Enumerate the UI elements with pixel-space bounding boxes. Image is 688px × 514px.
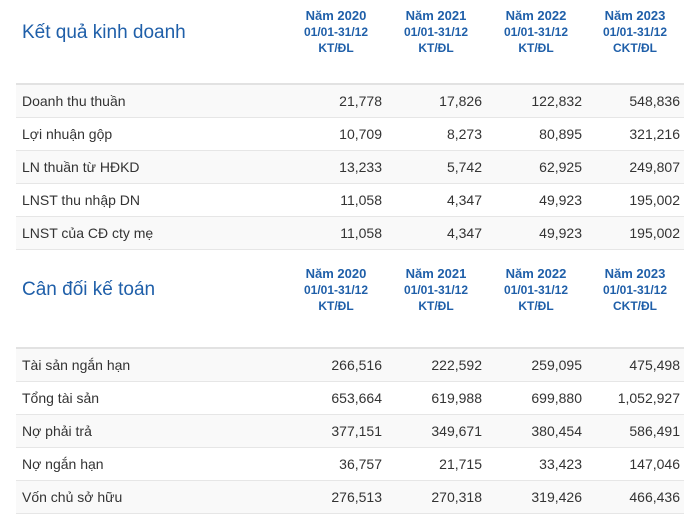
table-row: LN thuần từ HĐKD 13,233 5,742 62,925 249… [16,150,684,184]
cell-value: 8,273 [386,117,486,151]
row-label: Tổng tài sản [16,381,286,415]
table-row: Doanh thu thuần 21,778 17,826 122,832 54… [16,84,684,118]
column-header[interactable]: Năm 2022 01/01-31/12 KT/ĐL [486,250,586,349]
table-header: Cân đối kế toán Năm 2020 01/01-31/12 KT/… [16,250,684,349]
row-label: Doanh thu thuần [16,84,286,118]
cell-value: 586,491 [586,414,684,448]
column-year: Năm 2021 [405,8,467,23]
cell-value: 49,923 [486,216,586,250]
cell-value: 259,095 [486,348,586,382]
cell-value: 321,216 [586,117,684,151]
column-audit: KT/ĐL [518,41,554,55]
table-row: Tài sản ngắn hạn 266,516 222,592 259,095… [16,348,684,382]
row-label: Nợ phải trả [16,414,286,448]
cell-value: 21,778 [286,84,386,118]
table-row: Lợi nhuận gộp 10,709 8,273 80,895 321,21… [16,117,684,151]
cell-value: 36,757 [286,447,386,481]
cell-value: 653,664 [286,381,386,415]
table-row: Nợ phải trả 377,151 349,671 380,454 586,… [16,414,684,448]
cell-value: 619,988 [386,381,486,415]
column-range: 01/01-31/12 [303,283,369,297]
cell-value: 319,426 [486,480,586,514]
row-label: LN thuần từ HĐKD [16,150,286,184]
column-audit: CKT/ĐL [613,299,657,313]
column-year: Năm 2021 [405,266,467,281]
cell-value: 548,836 [586,84,684,118]
column-header[interactable]: Năm 2023 01/01-31/12 CKT/ĐL [586,0,684,85]
cell-value: 270,318 [386,480,486,514]
cell-value: 5,742 [386,150,486,184]
cell-value: 249,807 [586,150,684,184]
row-label: LNST của CĐ cty mẹ [16,216,286,250]
financial-summary: Kết quả kinh doanh Năm 2020 01/01-31/12 … [0,0,688,514]
row-label: Lợi nhuận gộp [16,117,286,151]
section-title: Kết quả kinh doanh [16,0,286,85]
row-label: Vốn chủ sở hữu [16,480,286,514]
column-year: Năm 2023 [604,266,666,281]
cell-value: 122,832 [486,84,586,118]
cell-value: 17,826 [386,84,486,118]
table-row: LNST thu nhập DN 11,058 4,347 49,923 195… [16,183,684,217]
column-year: Năm 2020 [305,8,367,23]
column-header[interactable]: Năm 2020 01/01-31/12 KT/ĐL [286,250,386,349]
row-label: Nợ ngắn hạn [16,447,286,481]
table-header: Kết quả kinh doanh Năm 2020 01/01-31/12 … [16,0,684,85]
column-year: Năm 2023 [604,8,666,23]
column-year: Năm 2022 [505,266,567,281]
balance-sheet-table: Cân đối kế toán Năm 2020 01/01-31/12 KT/… [16,250,684,514]
table-row: Vốn chủ sở hữu 276,513 270,318 319,426 4… [16,480,684,514]
cell-value: 4,347 [386,216,486,250]
cell-value: 195,002 [586,183,684,217]
cell-value: 276,513 [286,480,386,514]
column-range: 01/01-31/12 [602,283,668,297]
row-label: Tài sản ngắn hạn [16,348,286,382]
cell-value: 475,498 [586,348,684,382]
cell-value: 62,925 [486,150,586,184]
column-audit: KT/ĐL [518,299,554,313]
column-audit: KT/ĐL [418,299,454,313]
business-results-table: Kết quả kinh doanh Năm 2020 01/01-31/12 … [16,0,684,250]
cell-value: 466,436 [586,480,684,514]
column-range: 01/01-31/12 [403,25,469,39]
column-range: 01/01-31/12 [503,283,569,297]
cell-value: 1,052,927 [586,381,684,415]
table-row: Tổng tài sản 653,664 619,988 699,880 1,0… [16,381,684,415]
cell-value: 266,516 [286,348,386,382]
column-audit: KT/ĐL [318,41,354,55]
cell-value: 380,454 [486,414,586,448]
column-audit: CKT/ĐL [613,41,657,55]
column-header[interactable]: Năm 2023 01/01-31/12 CKT/ĐL [586,250,684,349]
cell-value: 11,058 [286,216,386,250]
column-range: 01/01-31/12 [503,25,569,39]
column-range: 01/01-31/12 [303,25,369,39]
cell-value: 195,002 [586,216,684,250]
column-header[interactable]: Năm 2022 01/01-31/12 KT/ĐL [486,0,586,85]
table-row: Nợ ngắn hạn 36,757 21,715 33,423 147,046 [16,447,684,481]
cell-value: 80,895 [486,117,586,151]
cell-value: 21,715 [386,447,486,481]
cell-value: 4,347 [386,183,486,217]
cell-value: 699,880 [486,381,586,415]
row-label: LNST thu nhập DN [16,183,286,217]
section-title: Cân đối kế toán [16,250,286,349]
column-audit: KT/ĐL [318,299,354,313]
column-range: 01/01-31/12 [602,25,668,39]
cell-value: 33,423 [486,447,586,481]
column-year: Năm 2020 [305,266,367,281]
table-row: LNST của CĐ cty mẹ 11,058 4,347 49,923 1… [16,216,684,250]
cell-value: 147,046 [586,447,684,481]
column-header[interactable]: Năm 2020 01/01-31/12 KT/ĐL [286,0,386,85]
cell-value: 377,151 [286,414,386,448]
column-header[interactable]: Năm 2021 01/01-31/12 KT/ĐL [386,0,486,85]
cell-value: 349,671 [386,414,486,448]
column-year: Năm 2022 [505,8,567,23]
cell-value: 10,709 [286,117,386,151]
cell-value: 13,233 [286,150,386,184]
cell-value: 222,592 [386,348,486,382]
column-audit: KT/ĐL [418,41,454,55]
column-range: 01/01-31/12 [403,283,469,297]
cell-value: 49,923 [486,183,586,217]
column-header[interactable]: Năm 2021 01/01-31/12 KT/ĐL [386,250,486,349]
cell-value: 11,058 [286,183,386,217]
